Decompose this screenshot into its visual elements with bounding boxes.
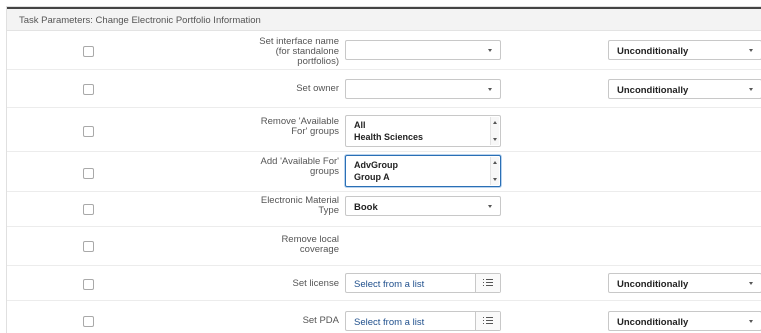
license-label: Set license	[292, 279, 339, 289]
material-type-select[interactable]: Book	[345, 196, 501, 216]
interface-name-checkbox[interactable]	[83, 46, 94, 57]
panel-header: Task Parameters: Change Electronic Portf…	[7, 9, 761, 31]
list-item[interactable]: Health Sciences	[354, 132, 423, 142]
owner-condition-select[interactable]: Unconditionally	[608, 79, 761, 99]
material-type-label: Electronic Material Type	[260, 196, 339, 216]
row-material-type: Electronic Material Type Book	[7, 192, 761, 227]
list-item[interactable]: AdvGroup	[354, 160, 398, 170]
pda-condition-select[interactable]: Unconditionally	[608, 311, 761, 331]
chevron-down-icon	[749, 282, 753, 285]
remove-local-coverage-label: Remove local coverage	[281, 235, 339, 255]
listbox-scrollbar[interactable]	[490, 117, 499, 145]
list-icon	[483, 279, 493, 287]
list-item[interactable]: Group A	[354, 172, 390, 182]
add-available-for-listbox[interactable]: AdvGroup Group A	[345, 155, 501, 187]
interface-name-select[interactable]	[345, 40, 501, 60]
add-available-for-label: Add 'Available For' groups	[260, 157, 339, 177]
chevron-down-icon[interactable]	[493, 138, 497, 141]
row-interface-name: Set interface name (for standalone portf…	[7, 32, 761, 70]
pda-list-button[interactable]	[475, 312, 500, 330]
chevron-up-icon[interactable]	[493, 161, 497, 164]
pda-picker[interactable]: Select from a list	[345, 311, 501, 331]
chevron-down-icon	[488, 49, 492, 52]
listbox-scrollbar[interactable]	[490, 157, 499, 185]
row-license: Set license Select from a list Unconditi…	[7, 266, 761, 301]
chevron-down-icon	[488, 205, 492, 208]
chevron-up-icon[interactable]	[493, 121, 497, 124]
license-condition-value: Unconditionally	[617, 279, 689, 290]
row-remove-local-coverage: Remove local coverage	[7, 227, 761, 266]
license-placeholder: Select from a list	[354, 279, 425, 290]
pda-label: Set PDA	[302, 316, 339, 326]
license-checkbox[interactable]	[83, 279, 94, 290]
row-remove-available-for: Remove 'Available For' groups All Health…	[7, 108, 761, 152]
pda-placeholder: Select from a list	[354, 317, 425, 328]
remove-available-for-listbox[interactable]: All Health Sciences	[345, 115, 501, 147]
license-picker[interactable]: Select from a list	[345, 273, 501, 293]
owner-condition-value: Unconditionally	[617, 85, 689, 96]
chevron-down-icon[interactable]	[493, 178, 497, 181]
row-add-available-for: Add 'Available For' groups AdvGroup Grou…	[7, 152, 761, 192]
chevron-down-icon	[749, 49, 753, 52]
material-type-checkbox[interactable]	[83, 204, 94, 215]
license-condition-select[interactable]: Unconditionally	[608, 273, 761, 293]
interface-name-label: Set interface name (for standalone portf…	[259, 37, 339, 67]
pda-checkbox[interactable]	[83, 316, 94, 327]
row-owner: Set owner Unconditionally	[7, 70, 761, 108]
chevron-down-icon	[749, 320, 753, 323]
chevron-down-icon	[488, 88, 492, 91]
owner-checkbox[interactable]	[83, 84, 94, 95]
panel-title: Task Parameters: Change Electronic Portf…	[19, 15, 261, 26]
interface-name-condition-select[interactable]: Unconditionally	[608, 40, 761, 60]
owner-select[interactable]	[345, 79, 501, 99]
pda-condition-value: Unconditionally	[617, 317, 689, 328]
chevron-down-icon	[749, 88, 753, 91]
license-list-button[interactable]	[475, 274, 500, 292]
remove-available-for-label: Remove 'Available For' groups	[260, 117, 339, 137]
list-icon	[483, 317, 493, 325]
remove-available-for-checkbox[interactable]	[83, 126, 94, 137]
material-type-value: Book	[354, 202, 378, 213]
interface-name-condition-value: Unconditionally	[617, 46, 689, 57]
owner-label: Set owner	[296, 84, 339, 94]
row-pda: Set PDA Select from a list Unconditional…	[7, 301, 761, 333]
list-item[interactable]: All	[354, 120, 366, 130]
add-available-for-checkbox[interactable]	[83, 168, 94, 179]
remove-local-coverage-checkbox[interactable]	[83, 241, 94, 252]
